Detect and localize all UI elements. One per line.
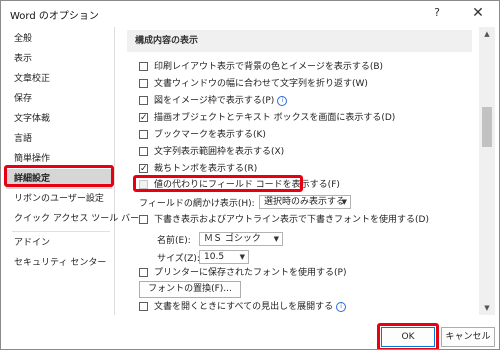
chevron-down-icon: ▼ <box>239 253 245 261</box>
option-label: 裁ちトンボを表示する(R) <box>154 164 258 174</box>
option-label: 文書を開くときにすべての見出しを展開する i <box>154 299 347 315</box>
field-shading-select[interactable]: 選択時のみ表示する ▼ <box>259 195 351 209</box>
option-label: 文字列表示範囲枠を表示する(X) <box>154 147 285 157</box>
sidebar-item-quick-access-toolbar[interactable]: クイック アクセス ツール バー <box>6 209 139 229</box>
cancel-button[interactable]: キャンセル <box>441 327 495 347</box>
checkbox[interactable] <box>139 180 148 189</box>
font-name-select[interactable]: ＭＳ ゴシック ▼ <box>199 232 283 246</box>
help-icon[interactable]: ? <box>426 4 448 22</box>
info-icon[interactable]: i <box>277 96 288 106</box>
checkbox-checked[interactable] <box>139 161 148 177</box>
checkbox[interactable] <box>139 302 148 311</box>
sidebar-item-accessibility[interactable]: 簡単操作 <box>6 149 112 169</box>
font-size-label: サイズ(Z): <box>157 254 200 264</box>
sidebar-item-advanced[interactable]: 詳細設定 <box>6 169 112 189</box>
checkbox-checked[interactable] <box>139 110 148 126</box>
option-text: 図をイメージ枠で表示する(P) <box>154 96 275 106</box>
dialog-footer: OK キャンセル <box>1 319 499 349</box>
sidebar-divider <box>12 231 110 232</box>
field-shading-value: 選択時のみ表示する <box>264 197 346 207</box>
checkbox[interactable] <box>139 215 148 224</box>
checkbox[interactable] <box>139 147 148 156</box>
sidebar-item-typography[interactable]: 文字体裁 <box>6 109 112 129</box>
checkbox[interactable] <box>139 130 148 139</box>
option-label: ブックマークを表示する(K) <box>154 130 266 140</box>
section-title: 構成内容の表示 <box>127 30 472 52</box>
font-name-value: ＭＳ ゴシック <box>204 234 261 244</box>
scroll-thumb[interactable] <box>482 107 492 147</box>
title-bar: Word のオプション ? ✕ <box>1 1 499 25</box>
ok-button[interactable]: OK <box>381 327 435 347</box>
checkbox[interactable] <box>139 79 148 88</box>
font-size-select[interactable]: 10.5 ▼ <box>199 250 249 264</box>
font-size-value: 10.5 <box>204 252 225 262</box>
option-label: 描画オブジェクトとテキスト ボックスを画面に表示する(D) <box>154 113 396 123</box>
sidebar-item-proofing[interactable]: 文章校正 <box>6 69 112 89</box>
scroll-down-icon[interactable]: ▼ <box>479 301 495 315</box>
sidebar-item-customize-ribbon[interactable]: リボンのユーザー設定 <box>6 189 112 209</box>
sidebar-item-save[interactable]: 保存 <box>6 89 112 109</box>
option-label: 下書き表示およびアウトライン表示で下書きフォントを使用する(D) <box>154 215 429 225</box>
sidebar-item-general[interactable]: 全般 <box>6 29 112 49</box>
font-name-label: 名前(E): <box>157 236 191 246</box>
checkbox[interactable] <box>139 268 148 277</box>
field-shading-label: フィールドの網かけ表示(H): <box>139 199 255 209</box>
option-label: プリンターに保存されたフォントを使用する(P) <box>154 268 347 278</box>
window-title: Word のオプション <box>10 11 99 22</box>
option-label: 図をイメージ枠で表示する(P) i <box>154 93 288 109</box>
sidebar-item-trust-center[interactable]: セキュリティ センター <box>6 253 112 273</box>
sidebar-item-language[interactable]: 言語 <box>6 129 112 149</box>
chevron-down-icon: ▼ <box>341 198 347 206</box>
sidebar-item-display[interactable]: 表示 <box>6 49 112 69</box>
options-dialog: Word のオプション ? ✕ 全般 表示 文章校正 保存 文字体裁 言語 簡単… <box>0 0 500 350</box>
advanced-settings-panel: 構成内容の表示 印刷レイアウト表示で背景の色とイメージを表示する(B) 文書ウィ… <box>119 27 479 315</box>
checkbox[interactable] <box>139 96 148 105</box>
sidebar: 全般 表示 文章校正 保存 文字体裁 言語 簡単操作 詳細設定 リボンのユーザー… <box>6 27 139 315</box>
scroll-up-icon[interactable]: ▲ <box>479 27 495 41</box>
option-text: 文書を開くときにすべての見出しを展開する <box>154 302 334 312</box>
info-icon[interactable]: i <box>336 302 347 312</box>
font-substitution-button[interactable]: フォントの置換(F)... <box>139 281 241 298</box>
chevron-down-icon: ▼ <box>273 235 279 243</box>
checkbox[interactable] <box>139 62 148 71</box>
option-label: 値の代わりにフィールド コードを表示する(F) <box>154 180 340 190</box>
sidebar-item-addins[interactable]: アドイン <box>6 233 112 253</box>
vertical-scrollbar[interactable]: ▲ ▼ <box>479 27 495 315</box>
option-label: 印刷レイアウト表示で背景の色とイメージを表示する(B) <box>154 62 384 72</box>
close-icon[interactable]: ✕ <box>467 4 489 22</box>
option-label: 文書ウィンドウの幅に合わせて文字列を折り返す(W) <box>154 79 368 89</box>
